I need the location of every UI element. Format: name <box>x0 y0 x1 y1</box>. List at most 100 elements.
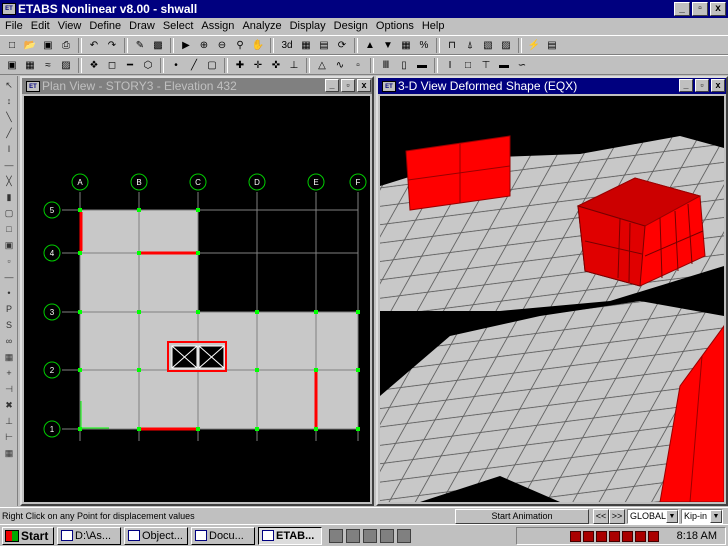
save-icon[interactable]: ▣ <box>40 38 56 53</box>
start-button[interactable]: Start <box>2 526 54 545</box>
snap-ext-icon[interactable]: ⊢ <box>2 430 16 444</box>
tray-network-icon[interactable] <box>569 530 581 542</box>
wall-tool-icon[interactable]: ▮ <box>2 190 16 204</box>
start-animation-button[interactable]: Start Animation <box>455 508 589 524</box>
menu-display[interactable]: Display <box>287 20 331 32</box>
beam-tool-icon[interactable]: — <box>2 158 16 172</box>
tray-power-icon[interactable] <box>647 530 659 542</box>
select-poly-icon[interactable]: ⬡ <box>140 58 156 73</box>
clock[interactable]: 8:18 AM <box>677 530 717 542</box>
pier-icon[interactable]: ▯ <box>396 58 412 73</box>
rect-area-icon[interactable]: □ <box>2 222 16 236</box>
units-select[interactable]: Kip-in ▼ <box>681 508 723 524</box>
menu-file[interactable]: File <box>2 20 28 32</box>
restraint-icon[interactable]: △ <box>314 58 330 73</box>
tray-monitor-icon[interactable] <box>634 530 646 542</box>
media-icon[interactable] <box>380 528 394 543</box>
prev-step-button[interactable]: << <box>593 508 609 524</box>
quick-area-icon[interactable]: ▣ <box>2 238 16 252</box>
draw-area-icon[interactable]: ▢ <box>204 58 220 73</box>
down-icon[interactable]: ▼ <box>380 38 396 53</box>
tray-update-icon[interactable] <box>621 530 633 542</box>
plan-view-titlebar[interactable]: ET Plan View - STORY3 - Elevation 432 _ … <box>22 78 372 94</box>
lightning-icon[interactable]: ⚡ <box>526 38 542 53</box>
lock-icon[interactable]: ▩ <box>150 38 166 53</box>
menu-define[interactable]: Define <box>86 20 126 32</box>
maximize-button[interactable]: ▫ <box>692 2 708 16</box>
zoom-window-icon[interactable]: ⚲ <box>232 38 248 53</box>
plan-icon[interactable]: ▦ <box>298 38 314 53</box>
spring-icon[interactable]: ∿ <box>332 58 348 73</box>
pencil-icon[interactable]: ✎ <box>132 38 148 53</box>
minimize-button[interactable]: _ <box>679 79 693 92</box>
spandrel-tool-icon[interactable]: S <box>2 318 16 332</box>
maximize-button[interactable]: ▫ <box>341 79 355 92</box>
snap-line-icon[interactable]: ⊣ <box>2 382 16 396</box>
desktop-icon[interactable] <box>329 528 343 543</box>
task-explorer[interactable]: D:\As... <box>57 526 121 545</box>
spandrel-icon[interactable]: ▬ <box>414 58 430 73</box>
run-icon[interactable]: ▶ <box>178 38 194 53</box>
outlook-icon[interactable] <box>363 528 377 543</box>
open-icon[interactable]: 📂 <box>22 38 38 53</box>
deformed-icon[interactable]: ≈ <box>40 58 56 73</box>
snap-perp-icon[interactable]: ⊥ <box>286 58 302 73</box>
snap-intersect-icon[interactable]: ✖ <box>2 398 16 412</box>
dim-line-icon[interactable]: — <box>2 270 16 284</box>
deck-icon[interactable]: ▨ <box>498 38 514 53</box>
menu-assign[interactable]: Assign <box>198 20 239 32</box>
tendon-icon[interactable]: ∽ <box>514 58 530 73</box>
grid-tool-icon[interactable]: ▦ <box>2 350 16 364</box>
select-line-icon[interactable]: ━ <box>122 58 138 73</box>
forces-icon[interactable]: ▨ <box>58 58 74 73</box>
line-tool-icon[interactable]: ╲ <box>2 110 16 124</box>
close-button[interactable]: x <box>711 79 725 92</box>
menu-design[interactable]: Design <box>331 20 373 32</box>
brace-tool-icon[interactable]: ╱ <box>2 126 16 140</box>
menu-analyze[interactable]: Analyze <box>239 20 286 32</box>
plan-view-canvas[interactable]: A B C D E F 5 4 3 2 1 <box>24 96 370 502</box>
redo-icon[interactable]: ↷ <box>104 38 120 53</box>
snap-end-icon[interactable]: ✜ <box>268 58 284 73</box>
area-tool-icon[interactable]: ▢ <box>2 206 16 220</box>
channels-icon[interactable] <box>397 528 411 543</box>
loads-icon[interactable]: ▦ <box>22 58 38 73</box>
tray-printer-icon[interactable] <box>608 530 620 542</box>
snap-mid-icon[interactable]: ✛ <box>250 58 266 73</box>
chevron-down-icon[interactable]: ▼ <box>666 509 678 523</box>
menu-options[interactable]: Options <box>373 20 419 32</box>
grid-icon[interactable]: ▦ <box>398 38 414 53</box>
new-icon[interactable]: □ <box>4 38 20 53</box>
draw-line-icon[interactable]: ╱ <box>186 58 202 73</box>
display-icon[interactable]: ▣ <box>4 58 20 73</box>
chevron-down-icon[interactable]: ▼ <box>710 509 722 523</box>
link-tool-icon[interactable]: ∞ <box>2 334 16 348</box>
section-icon[interactable]: Ⅲ <box>378 58 394 73</box>
zoom-out-icon[interactable]: ⊖ <box>214 38 230 53</box>
slab-icon[interactable]: ▬ <box>496 58 512 73</box>
deformed-shape-drawing[interactable] <box>380 96 724 502</box>
table-icon[interactable]: ▤ <box>544 38 560 53</box>
menu-select[interactable]: Select <box>160 20 199 32</box>
diaphragm-icon[interactable]: ▫ <box>350 58 366 73</box>
rotate-icon[interactable]: ⟳ <box>334 38 350 53</box>
frame-icon[interactable]: ⊓ <box>444 38 460 53</box>
i-beam-icon[interactable]: I <box>442 58 458 73</box>
shell-icon[interactable]: □ <box>460 58 476 73</box>
zoom-in-icon[interactable]: ⊕ <box>196 38 212 53</box>
ref-point-icon[interactable]: • <box>2 286 16 300</box>
menu-help[interactable]: Help <box>419 20 450 32</box>
pier-tool-icon[interactable]: P <box>2 302 16 316</box>
minimize-button[interactable]: _ <box>674 2 690 16</box>
up-icon[interactable]: ▲ <box>362 38 378 53</box>
browser-icon[interactable] <box>346 528 360 543</box>
draw-point-icon[interactable]: • <box>168 58 184 73</box>
pan-icon[interactable]: ✋ <box>250 38 266 53</box>
view3d-window[interactable]: ET 3-D View Deformed Shape (EQX) _ ▫ x <box>376 76 728 506</box>
pointer-icon[interactable]: ↖ <box>2 78 16 92</box>
column-icon[interactable]: ⊤ <box>478 58 494 73</box>
print-icon[interactable]: ⎙ <box>58 38 74 53</box>
select-all-icon[interactable]: ❖ <box>86 58 102 73</box>
task-etabs[interactable]: ETAB... <box>258 526 322 545</box>
plan-view-window[interactable]: ET Plan View - STORY3 - Elevation 432 _ … <box>20 76 374 506</box>
